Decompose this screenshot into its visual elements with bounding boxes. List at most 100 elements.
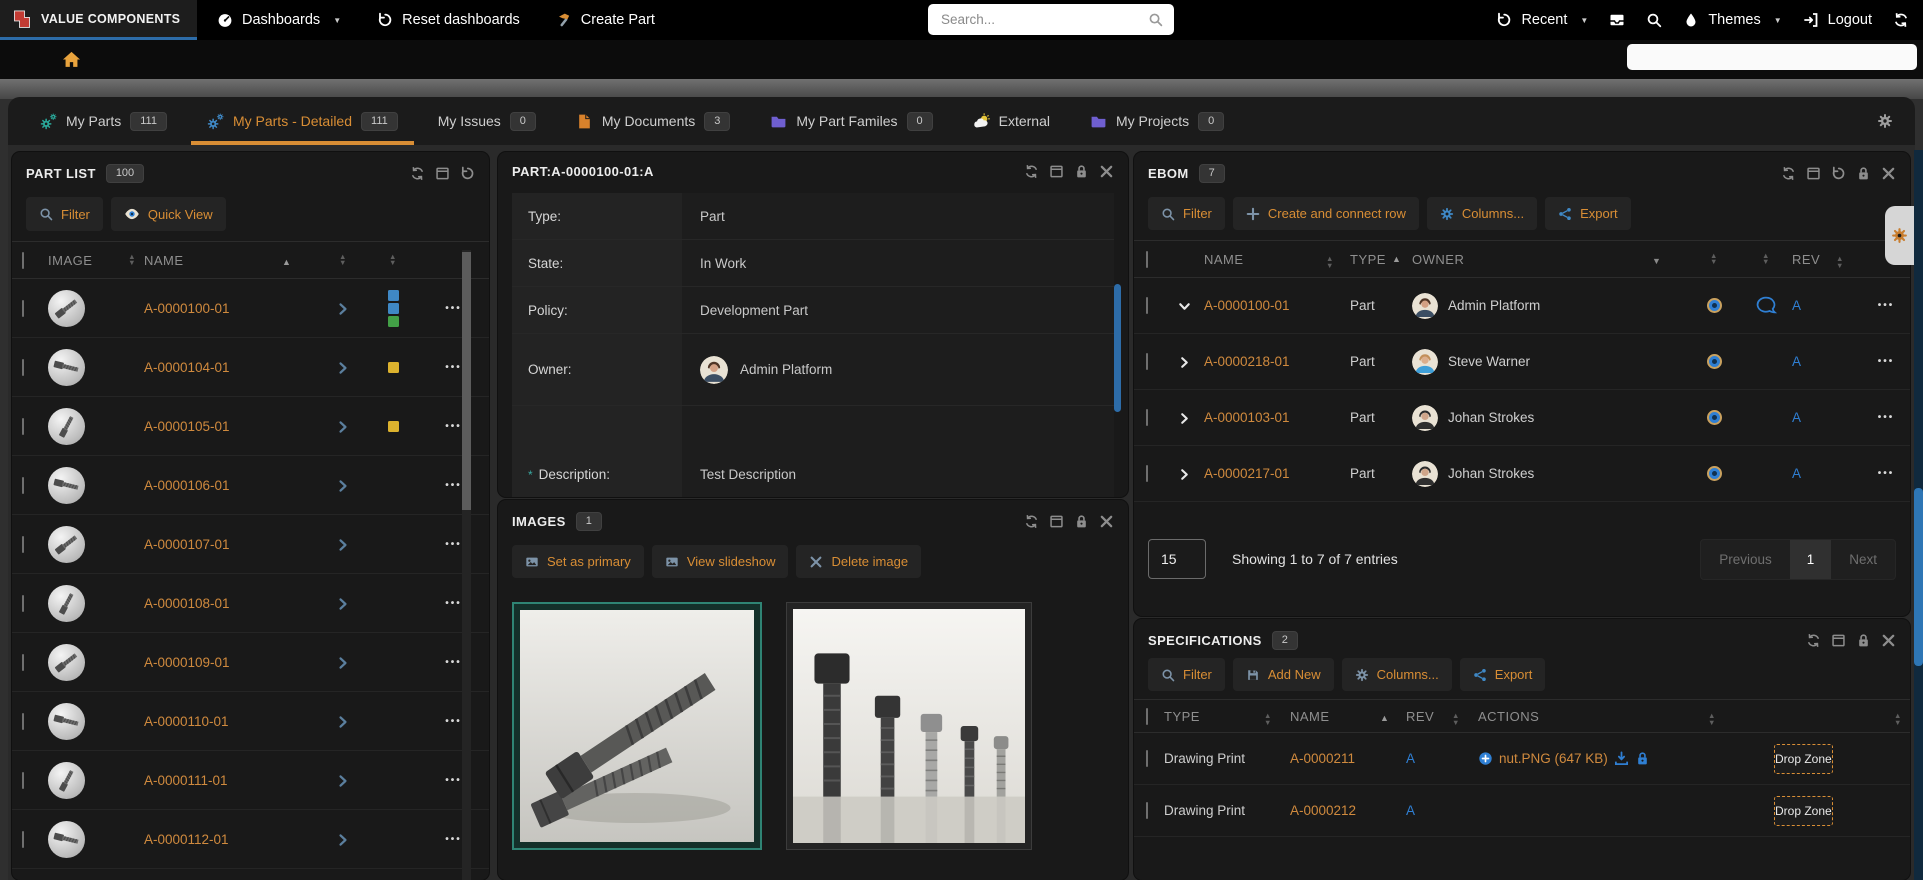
chevron-right-icon[interactable] (336, 300, 350, 315)
part-name-link[interactable]: A-0000108-01 (144, 596, 230, 611)
column-header[interactable]: REV (1792, 252, 1836, 267)
sort-icon[interactable] (1452, 713, 1460, 726)
lock-icon[interactable] (1074, 514, 1089, 529)
chevron-right-icon[interactable] (336, 359, 350, 374)
column-header[interactable]: TYPE (1164, 709, 1264, 724)
row-menu-button[interactable] (445, 303, 462, 314)
row-menu-button[interactable] (445, 716, 462, 727)
table-row[interactable]: A-0000112-01 (12, 810, 489, 869)
quick-view-button[interactable]: Quick View (111, 197, 226, 231)
lock-icon[interactable] (1635, 751, 1650, 767)
table-row[interactable]: Drawing Print A-0000211 A nut.PNG (647 K… (1134, 733, 1910, 785)
brand[interactable]: VALUE COMPONENTS (0, 0, 197, 40)
row-checkbox[interactable] (1146, 409, 1148, 426)
tab-my-parts-detailed[interactable]: My Parts - Detailed 111 (187, 97, 418, 145)
row-checkbox[interactable] (22, 831, 24, 848)
part-name-link[interactable]: A-0000112-01 (144, 832, 229, 847)
column-header[interactable]: TYPE (1350, 252, 1386, 267)
tab-my-parts[interactable]: My Parts 111 (20, 97, 187, 145)
comments-icon[interactable] (1755, 296, 1777, 316)
chevron-right-icon[interactable] (1178, 466, 1191, 481)
revision-link[interactable]: A (1792, 410, 1801, 425)
lock-icon[interactable] (1074, 164, 1089, 179)
menu-dashboards[interactable]: Dashboards ▼ (217, 12, 341, 28)
view-slideshow-button[interactable]: View slideshow (652, 545, 789, 578)
drop-zone[interactable]: Drop Zone (1774, 796, 1833, 826)
row-menu-button[interactable] (1878, 468, 1895, 479)
filter-caret-icon[interactable]: ▼ (1652, 256, 1661, 266)
horizontal-scrollbar[interactable] (1627, 44, 1917, 70)
table-row[interactable]: A-0000104-01 (12, 338, 489, 397)
row-checkbox[interactable] (22, 418, 24, 435)
row-checkbox[interactable] (22, 772, 24, 789)
chevron-right-icon[interactable] (336, 418, 350, 433)
chevron-right-icon[interactable] (1178, 410, 1191, 425)
refresh-icon[interactable] (1781, 166, 1796, 181)
scrollbar-vertical[interactable] (462, 250, 471, 880)
column-header[interactable]: IMAGE (48, 253, 92, 268)
chevron-right-icon[interactable] (336, 536, 350, 551)
part-thumbnail[interactable] (48, 703, 85, 740)
row-checkbox[interactable] (22, 713, 24, 730)
chevron-down-icon[interactable] (1178, 298, 1191, 313)
row-menu-button[interactable] (1878, 356, 1895, 367)
table-row[interactable]: A-0000103-01 Part Johan Strokes A (1134, 390, 1910, 446)
eye-indicator-icon[interactable] (1707, 466, 1722, 481)
close-icon[interactable] (1881, 633, 1896, 648)
set-as-primary-button[interactable]: Set as primary (512, 545, 644, 578)
part-thumbnail[interactable] (48, 349, 85, 386)
table-row[interactable]: A-0000108-01 (12, 574, 489, 633)
column-header[interactable]: NAME (144, 253, 282, 268)
image-thumbnail[interactable] (786, 602, 1032, 850)
eye-indicator-icon[interactable] (1707, 354, 1722, 369)
eye-indicator-icon[interactable] (1707, 298, 1722, 313)
sort-icon[interactable] (128, 254, 136, 267)
chevron-right-icon[interactable] (336, 654, 350, 669)
tab-my-documents[interactable]: My Documents 3 (556, 97, 750, 145)
file-link[interactable]: nut.PNG (647 KB) (1499, 751, 1608, 766)
table-row[interactable]: A-0000100-01 (12, 279, 489, 338)
chevron-right-icon[interactable] (336, 772, 350, 787)
sort-icon[interactable] (339, 254, 347, 267)
undo-icon[interactable] (1831, 166, 1846, 181)
columns-button[interactable]: Columns... (1427, 197, 1537, 230)
row-menu-button[interactable] (1878, 300, 1895, 311)
refresh-icon[interactable] (1024, 164, 1039, 179)
eye-indicator-icon[interactable] (1707, 410, 1722, 425)
row-checkbox[interactable] (22, 595, 24, 612)
select-all-checkbox[interactable] (1146, 708, 1148, 725)
table-row[interactable]: A-0000100-01 Part Admin Platform A (1134, 278, 1910, 334)
close-icon[interactable] (1881, 166, 1896, 181)
sort-asc-icon[interactable]: ▲ (282, 257, 291, 267)
row-checkbox[interactable] (1146, 750, 1148, 767)
home-icon[interactable] (62, 50, 81, 69)
table-row[interactable]: A-0000110-01 (12, 692, 489, 751)
search-icon[interactable] (1148, 12, 1163, 27)
row-menu-button[interactable] (1878, 412, 1895, 423)
select-all-checkbox[interactable] (1146, 251, 1148, 268)
row-checkbox[interactable] (1146, 297, 1148, 314)
part-name-link[interactable]: A-0000218-01 (1204, 354, 1290, 369)
sort-icon[interactable] (389, 254, 397, 267)
scrollbar-vertical[interactable] (1914, 150, 1923, 880)
row-checkbox[interactable] (22, 654, 24, 671)
drop-zone[interactable]: Drop Zone (1774, 744, 1833, 774)
part-thumbnail[interactable] (48, 821, 85, 858)
revision-link[interactable]: A (1792, 298, 1801, 313)
chevron-right-icon[interactable] (336, 477, 350, 492)
sort-icon[interactable] (1894, 713, 1902, 726)
row-menu-button[interactable] (445, 539, 462, 550)
row-checkbox[interactable] (22, 359, 24, 376)
menu-create-part[interactable]: Create Part (556, 12, 655, 28)
part-name-link[interactable]: A-0000106-01 (144, 478, 230, 493)
inbox-button[interactable] (1609, 12, 1625, 28)
row-checkbox[interactable] (1146, 353, 1148, 370)
row-menu-button[interactable] (445, 775, 462, 786)
export-button[interactable]: Export (1545, 197, 1631, 230)
row-checkbox[interactable] (22, 300, 24, 317)
revision-link[interactable]: A (1406, 803, 1415, 818)
create-connect-row-button[interactable]: Create and connect row (1233, 197, 1419, 230)
chevron-right-icon[interactable] (336, 831, 350, 846)
revision-link[interactable]: A (1792, 466, 1801, 481)
window-icon[interactable] (1049, 514, 1064, 529)
